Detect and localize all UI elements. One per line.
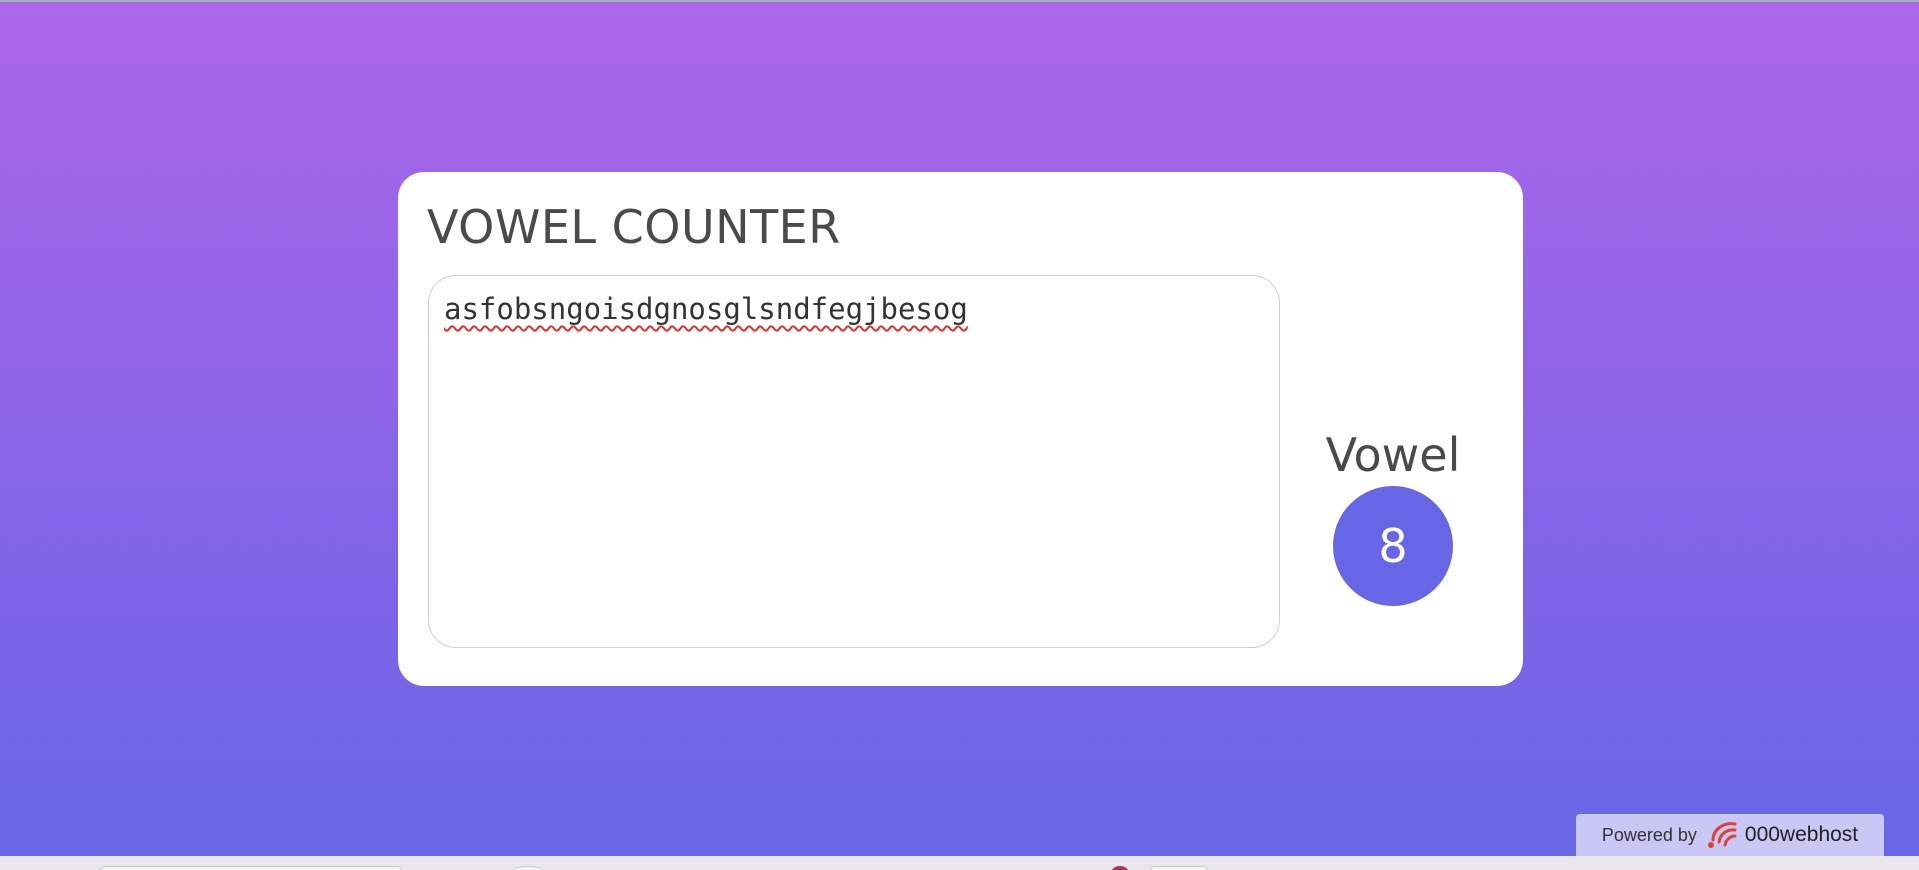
vowel-counter-card: VOWEL COUNTER asfobsngoisdgnosglsndfegjb… bbox=[398, 172, 1523, 686]
vowel-label: Vowel bbox=[1325, 428, 1461, 482]
brand-name: 000webhost bbox=[1744, 823, 1859, 846]
taskbar-item[interactable] bbox=[100, 866, 402, 870]
vowel-result: Vowel 8 bbox=[1318, 432, 1468, 606]
taskbar bbox=[0, 856, 1919, 870]
taskbar-item[interactable] bbox=[1150, 866, 1208, 870]
vowel-count-badge: 8 bbox=[1333, 486, 1453, 606]
powered-by-banner[interactable]: Powered by 000webhost bbox=[1576, 814, 1884, 856]
taskbar-item[interactable] bbox=[1112, 866, 1128, 870]
taskbar-item[interactable] bbox=[512, 866, 544, 870]
top-border bbox=[0, 0, 1919, 2]
powered-by-label: Powered by bbox=[1601, 824, 1697, 845]
000webhost-logo-icon bbox=[1705, 820, 1741, 850]
text-input-value: asfobsngoisdgnosglsndfegjbesog bbox=[444, 292, 968, 326]
text-input[interactable]: asfobsngoisdgnosglsndfegjbesog bbox=[428, 275, 1280, 648]
page-title: VOWEL COUNTER bbox=[427, 200, 841, 254]
